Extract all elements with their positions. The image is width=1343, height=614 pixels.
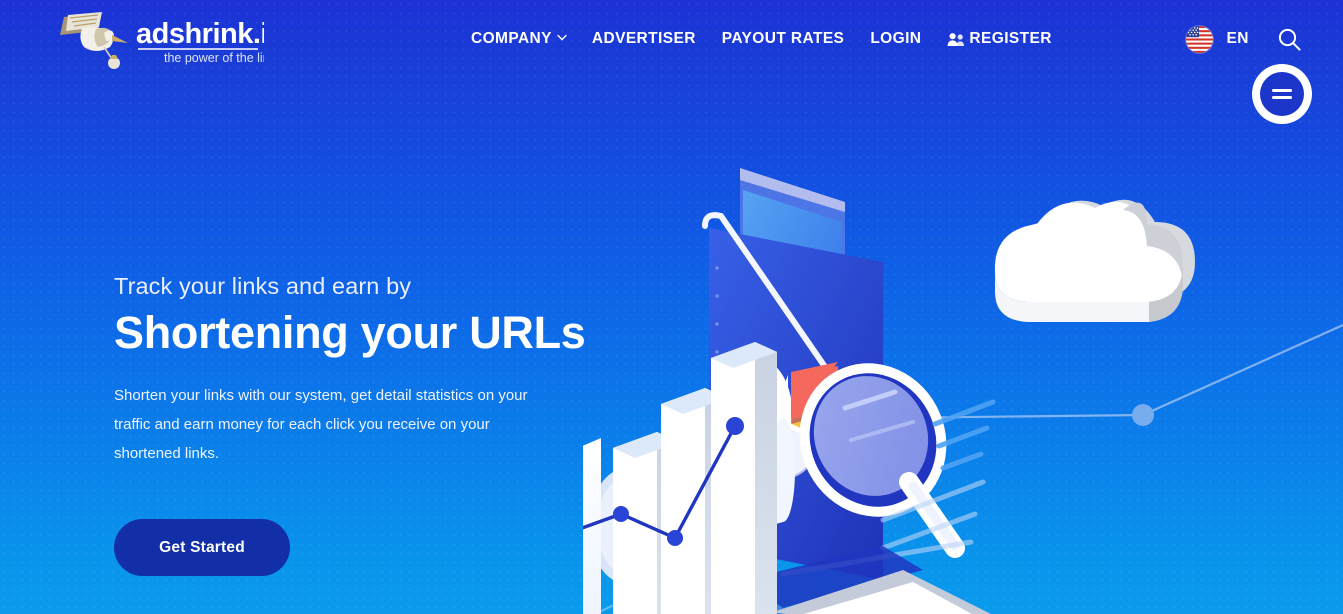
- users-icon: [947, 32, 966, 47]
- hero-section: adshrink.it the power of the link adshri…: [0, 0, 1343, 614]
- main-navigation: COMPANY ADVERTISER PAYOUT RATES LOGIN RE…: [458, 31, 1065, 47]
- site-header: adshrink.it the power of the link adshri…: [0, 0, 1343, 78]
- page-title: Shortening your URLs: [114, 307, 586, 359]
- hero-description: Shorten your links with our system, get …: [114, 386, 528, 463]
- nav-label-advertiser: ADVERTISER: [591, 30, 696, 48]
- dashboard-board: [702, 212, 906, 580]
- nav-item-login[interactable]: LOGIN: [857, 31, 934, 47]
- hero-eyebrow: Track your links and earn by: [114, 273, 412, 299]
- us-flag-icon[interactable]: [1186, 25, 1214, 53]
- isometric-analytics-illustration: [583, 150, 1343, 614]
- chevron-down-icon: [557, 34, 567, 43]
- nav-label-login: LOGIN: [870, 30, 922, 48]
- svg-text:the power of the link: the power of the link: [164, 51, 264, 65]
- hamburger-bar: [1272, 89, 1292, 92]
- nav-item-company[interactable]: COMPANY: [458, 31, 579, 47]
- hamburger-inner-circle: [1260, 72, 1304, 116]
- monitor-stand: [743, 546, 991, 614]
- monitor-screen: [740, 168, 845, 368]
- language-selector[interactable]: EN: [1226, 30, 1249, 48]
- nav-item-payout-rates[interactable]: PAYOUT RATES: [709, 31, 858, 47]
- nav-item-register[interactable]: REGISTER: [934, 31, 1064, 47]
- search-icon[interactable]: [1275, 25, 1303, 53]
- brand-logo[interactable]: adshrink.it the power of the link adshri…: [52, 9, 282, 69]
- hamburger-bar: [1272, 96, 1292, 99]
- nav-label-register: REGISTER: [969, 30, 1052, 48]
- network-node: [882, 323, 1343, 426]
- nav-label-payout-rates: PAYOUT RATES: [721, 30, 845, 48]
- cloud-icon: [994, 199, 1195, 322]
- pie-chart: [729, 360, 841, 480]
- nav-item-advertiser[interactable]: ADVERTISER: [579, 31, 709, 47]
- stork-carrying-bundle-icon: adshrink.it the power of the link: [60, 12, 264, 69]
- speed-lines-light: [780, 479, 986, 577]
- get-started-button[interactable]: Get Started: [114, 519, 290, 576]
- magnifier-icon: [799, 363, 965, 558]
- header-utilities: EN: [1186, 0, 1343, 78]
- hamburger-menu-icon[interactable]: [1252, 64, 1312, 124]
- nav-label-company: COMPANY: [471, 30, 552, 48]
- speed-lines: [932, 399, 996, 471]
- svg-text:adshrink.it: adshrink.it: [136, 18, 264, 50]
- hero-copy: Track your links and earn by Shortening …: [114, 272, 634, 468]
